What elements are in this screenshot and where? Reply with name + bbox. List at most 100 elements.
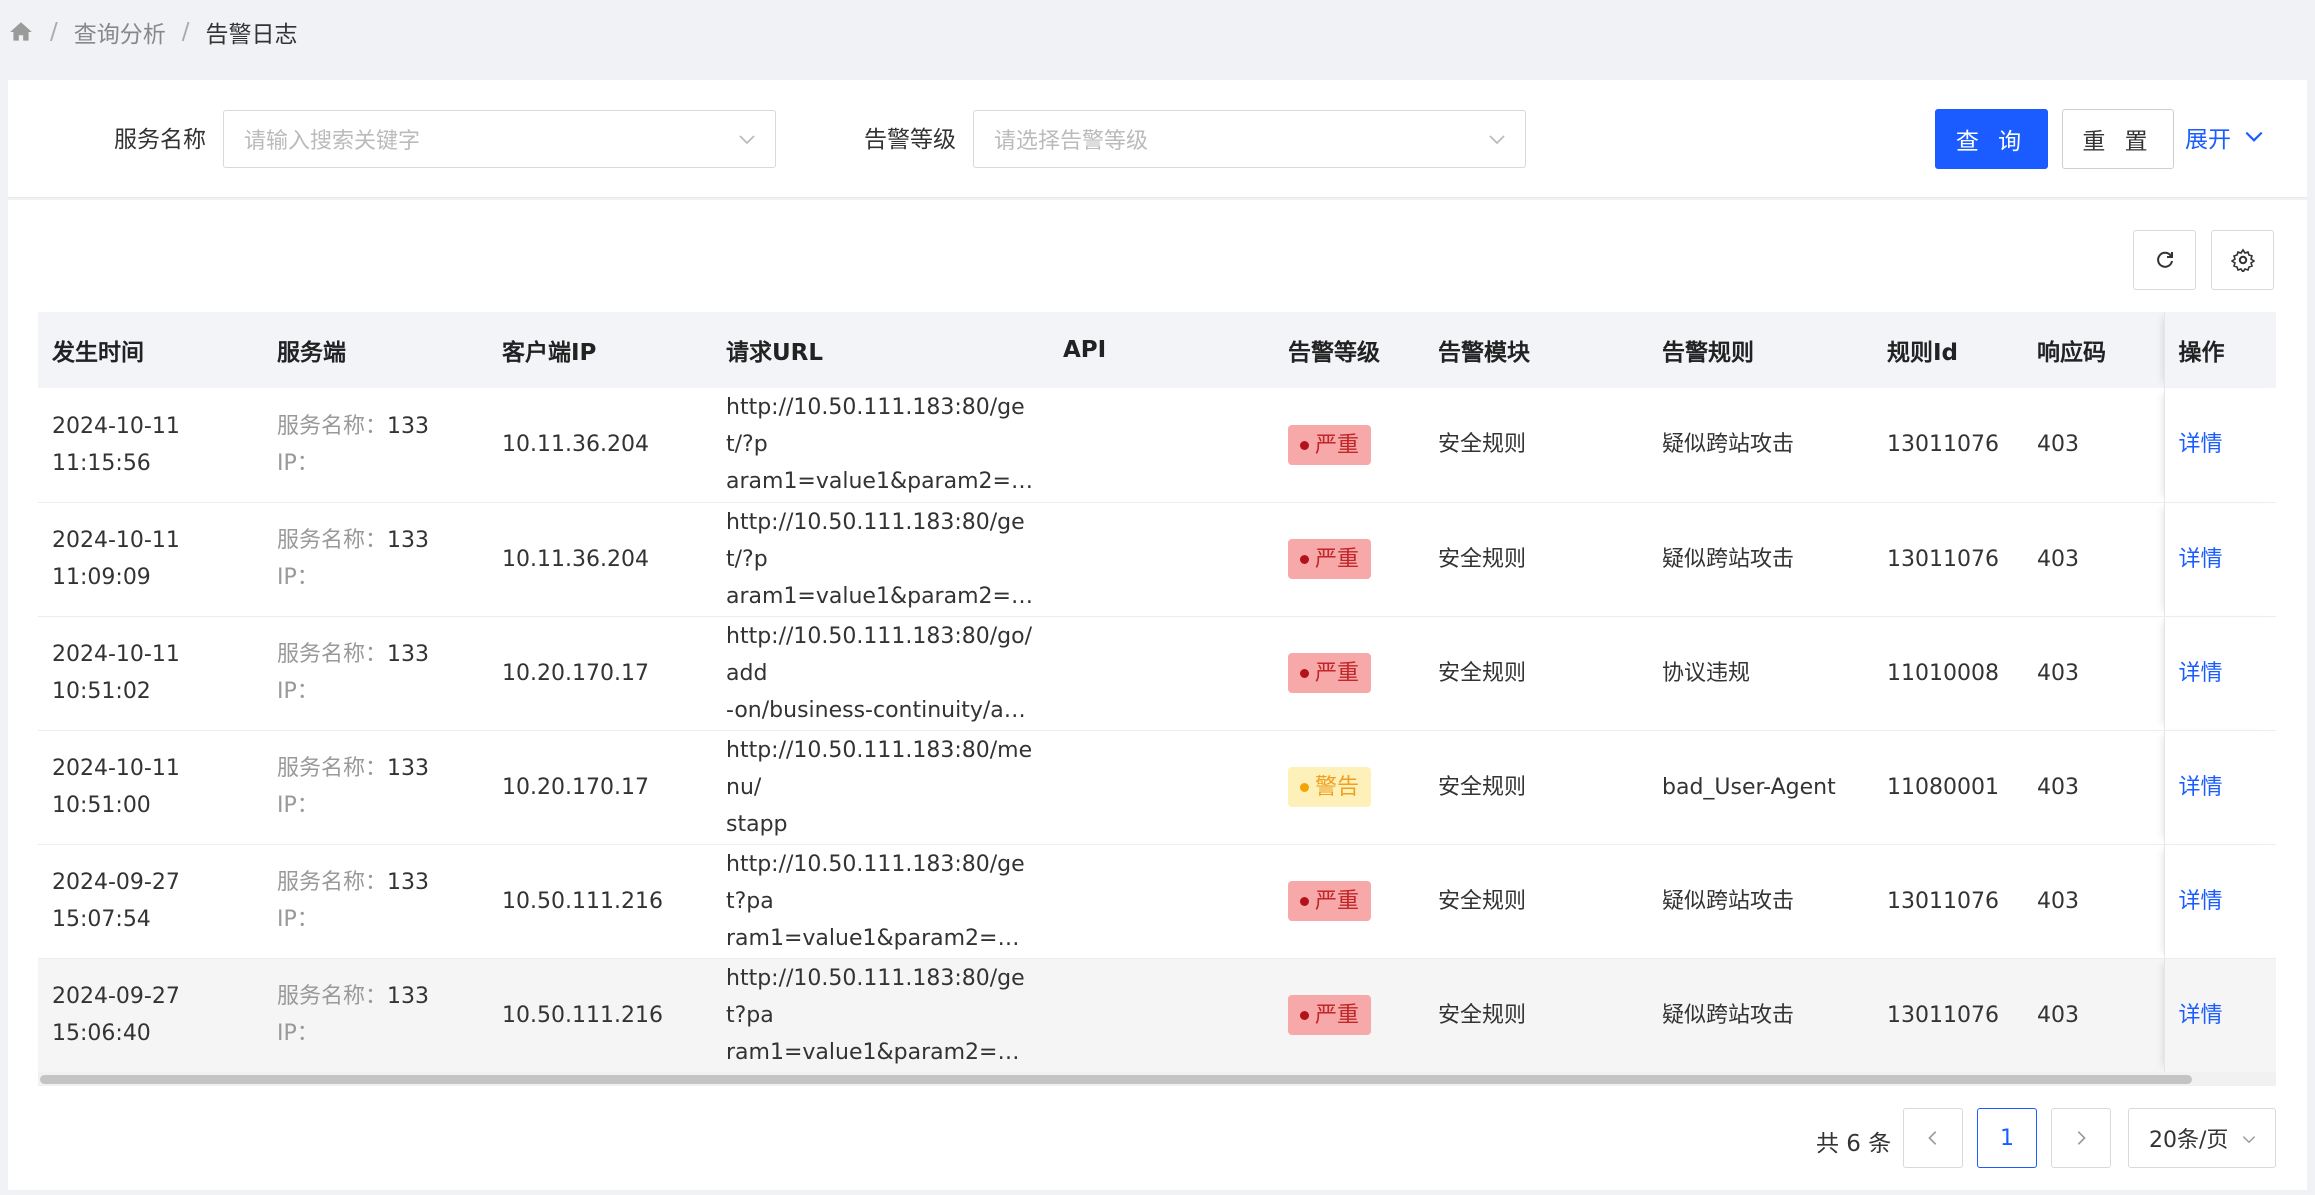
breadcrumb: / 查询分析 / 告警日志 xyxy=(8,14,298,50)
alert-level: 严重 xyxy=(1315,432,1360,458)
search-panel: 服务名称 请输入搜索关键字 告警等级 请选择告警等级 查 询 重 置 展开 xyxy=(8,80,2307,198)
service-name-label: 服务名称 xyxy=(114,127,206,153)
rule-id: 13011076 xyxy=(1873,844,2023,959)
query-button[interactable]: 查 询 xyxy=(1935,109,2048,169)
time: 10:51:02 xyxy=(52,679,151,704)
rule-id: 13011076 xyxy=(1873,388,2023,503)
time: 10:51:00 xyxy=(52,793,151,818)
chevron-left-icon xyxy=(1928,1131,1937,1145)
alert-level-label: 告警等级 xyxy=(864,127,956,153)
client-ip: 10.11.36.204 xyxy=(488,502,712,617)
reset-button[interactable]: 重 置 xyxy=(2062,109,2174,169)
rule-id: 11010008 xyxy=(1873,616,2023,731)
gear-icon xyxy=(2230,248,2255,272)
breadcrumb-item-alert-log: 告警日志 xyxy=(205,22,298,48)
ip-label: IP： xyxy=(277,679,319,704)
status-badge: 严重 xyxy=(1288,881,1372,922)
column-header: 告警等级 xyxy=(1274,312,1424,388)
alert-level-select[interactable]: 请选择告警等级 xyxy=(973,110,1526,168)
next-page-button[interactable] xyxy=(2051,1108,2111,1168)
column-header: 操作 xyxy=(2163,312,2276,388)
alert-rule: 疑似跨站攻击 xyxy=(1648,388,1873,503)
api xyxy=(1049,844,1274,959)
status-badge: 严重 xyxy=(1288,995,1372,1036)
request-url-line2: ram1=value1&param2=&ale… xyxy=(726,1039,1036,1065)
alert-rule: 协议违规 xyxy=(1648,616,1873,731)
table-row: 2024-10-11 10:51:00 服务名称：133 IP： 10.20.170… xyxy=(38,730,2276,845)
service-name-label: 服务名称： xyxy=(277,984,388,1009)
date: 2024-09-27 xyxy=(52,984,180,1009)
status-badge: 严重 xyxy=(1288,425,1372,465)
column-settings-button[interactable] xyxy=(2211,230,2274,290)
breadcrumb-item-query-analysis[interactable]: 查询分析 xyxy=(74,15,166,49)
rule-id: 13011076 xyxy=(1873,958,2023,1073)
service-name-select[interactable]: 请输入搜索关键字 xyxy=(223,110,776,168)
response-code: 403 xyxy=(2023,844,2164,959)
client-ip: 10.20.170.17 xyxy=(488,730,712,845)
time: 11:15:56 xyxy=(52,450,151,476)
alert-rule: 疑似跨站攻击 xyxy=(1648,502,1873,617)
breadcrumb-separator: / xyxy=(50,19,58,45)
time: 15:07:54 xyxy=(52,907,151,932)
service-name-label: 服务名称： xyxy=(277,528,388,553)
ip-label: IP： xyxy=(277,907,319,932)
client-ip: 10.11.36.204 xyxy=(488,388,712,503)
scrollbar-thumb[interactable] xyxy=(40,1075,2192,1084)
table-row: 2024-09-27 15:06:40 服务名称：133 IP： 10.50.111… xyxy=(38,958,2276,1073)
column-header: 请求URL xyxy=(712,312,1049,388)
api xyxy=(1049,616,1274,731)
details-link[interactable]: 详情 xyxy=(2179,547,2223,572)
service-name-label: 服务名称： xyxy=(277,870,388,895)
ip-label: IP： xyxy=(277,450,319,476)
chevron-down-icon xyxy=(737,129,757,149)
service-name: 133 xyxy=(387,528,430,553)
request-url-line1: http://10.50.111.183:80/get?pa xyxy=(726,851,1025,914)
details-link[interactable]: 详情 xyxy=(2179,432,2223,457)
details-link[interactable]: 详情 xyxy=(2179,889,2223,914)
alert-level: 严重 xyxy=(1315,660,1360,686)
service-name: 133 xyxy=(387,642,430,667)
status-dot-icon xyxy=(1300,1010,1309,1020)
status-dot-icon xyxy=(1300,668,1309,678)
response-code: 403 xyxy=(2023,958,2164,1073)
table-row: 2024-10-11 11:15:56 服务名称：133 IP： 10.11.36.… xyxy=(38,388,2276,503)
table-row: 2024-09-27 15:07:54 服务名称：133 IP： 10.50.111… xyxy=(38,844,2276,959)
details-link[interactable]: 详情 xyxy=(2179,661,2223,686)
service-name: 133 xyxy=(387,413,430,439)
time: 11:09:09 xyxy=(52,565,151,590)
status-dot-icon xyxy=(1300,554,1309,564)
table-header-row: 发生时间 服务端 客户端IP 请求URL API 告警等级 告警模块 告警规则 … xyxy=(38,312,2276,388)
refresh-button[interactable] xyxy=(2133,230,2196,290)
horizontal-scrollbar[interactable] xyxy=(38,1072,2276,1086)
column-header: 发生时间 xyxy=(38,312,263,388)
service-name: 133 xyxy=(387,756,430,781)
expand-label: 展开 xyxy=(2185,127,2231,153)
response-code: 403 xyxy=(2023,388,2164,503)
alert-rule: bad_User-Agent xyxy=(1648,730,1873,845)
alert-module: 安全规则 xyxy=(1424,388,1648,503)
api xyxy=(1049,388,1274,503)
request-url-line2: aram1=value1&param2=&{a… xyxy=(726,469,1036,495)
prev-page-button[interactable] xyxy=(1903,1108,1963,1168)
service-name-label: 服务名称： xyxy=(277,756,388,781)
alert-rule: 疑似跨站攻击 xyxy=(1648,844,1873,959)
rule-id: 13011076 xyxy=(1873,502,2023,617)
chevron-down-icon xyxy=(2242,1136,2256,1144)
date: 2024-10-11 xyxy=(52,528,180,553)
date: 2024-10-11 xyxy=(52,756,180,781)
details-link[interactable]: 详情 xyxy=(2179,1003,2223,1028)
date: 2024-09-27 xyxy=(52,870,180,895)
column-header: 告警规则 xyxy=(1648,312,1873,388)
details-link[interactable]: 详情 xyxy=(2179,775,2223,800)
page-number-button[interactable]: 1 xyxy=(1977,1108,2037,1168)
request-url-line2: -on/business-continuity/api/… xyxy=(726,697,1036,723)
expand-link[interactable]: 展开 xyxy=(2185,120,2265,154)
home-icon[interactable] xyxy=(8,19,34,45)
api xyxy=(1049,730,1274,845)
request-url-line2: ram1=value1&param2=&ale… xyxy=(726,925,1036,951)
ip-label: IP： xyxy=(277,1021,319,1046)
request-url-line1: http://10.50.111.183:80/get/?p xyxy=(726,395,1025,458)
refresh-icon xyxy=(2156,251,2173,268)
request-url-line2: stapp xyxy=(726,811,788,837)
page-size-select[interactable]: 20条/页 xyxy=(2128,1108,2276,1168)
